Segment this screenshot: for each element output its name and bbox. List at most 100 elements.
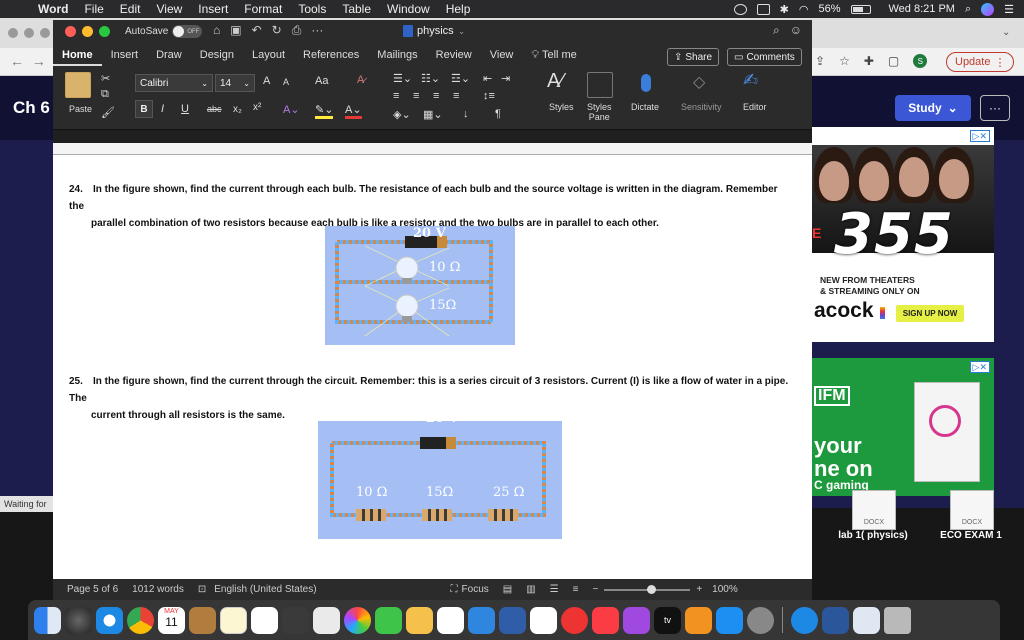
styles-label[interactable]: Styles [549, 102, 574, 112]
autosave-toggle[interactable]: AutoSave OFF [125, 25, 203, 38]
search-icon[interactable]: ⌕ [773, 23, 780, 38]
tab-insert[interactable]: Insert [102, 49, 148, 61]
editor-icon[interactable]: ✍︎ [743, 70, 758, 91]
profile-badge[interactable]: S [913, 54, 928, 68]
spotlight-search-icon[interactable]: ⌕ [965, 3, 971, 16]
desktop-file-label[interactable]: ECO EXAM 1 [916, 530, 1024, 541]
word-dock-icon[interactable] [822, 606, 849, 634]
finder-icon[interactable] [34, 606, 61, 634]
multilevel-list-icon[interactable]: ☲⌄ [451, 72, 470, 85]
menu-file[interactable]: File [76, 2, 111, 16]
sensitivity-icon[interactable]: ◇ [693, 72, 705, 92]
focus-label[interactable]: Focus [462, 584, 489, 595]
facetime-icon[interactable] [375, 606, 402, 634]
teamviewer-dock-icon[interactable] [791, 606, 818, 634]
airplay-icon[interactable] [756, 3, 770, 15]
menu-view[interactable]: View [148, 2, 190, 16]
comments-button[interactable]: ▭ Comments [727, 48, 802, 66]
sort-icon[interactable]: ↓ [463, 108, 469, 120]
increase-indent-icon[interactable]: ⇥ [501, 72, 510, 85]
ad2-choices-close-icon[interactable]: ▷✕ [969, 361, 990, 373]
draft-view-icon[interactable]: ≡ [573, 584, 579, 595]
tab-overflow-chevron-icon[interactable]: ⌄ [1002, 27, 1010, 38]
bluetooth-icon[interactable]: ✱ [780, 3, 789, 16]
more-options-button[interactable]: ··· [980, 95, 1010, 121]
bold-button[interactable]: B [135, 100, 153, 118]
minimize-window-icon[interactable] [82, 26, 93, 37]
clear-formatting-icon[interactable]: A̷ [357, 74, 364, 86]
chrome-icon[interactable] [127, 606, 154, 634]
pages-icon[interactable] [406, 606, 433, 634]
desktop-file-label[interactable]: lab 1( physics) [818, 530, 928, 541]
clock[interactable]: Wed 8:21 PM [889, 3, 955, 15]
save-icon[interactable]: ▣ [230, 23, 241, 38]
underline-button[interactable]: U [181, 103, 189, 115]
tab-mailings[interactable]: Mailings [368, 49, 426, 61]
question-24[interactable]: 24. In the figure shown, find the current… [69, 181, 789, 232]
menu-window[interactable]: Window [379, 2, 438, 16]
news-icon[interactable] [561, 606, 588, 634]
word-count[interactable]: 1012 words [132, 584, 184, 595]
proofing-icon[interactable]: ⊡ [198, 584, 206, 595]
focus-mode-icon[interactable]: ⛶ [451, 584, 458, 595]
change-case-icon[interactable]: Aa [315, 75, 328, 87]
copy-icon[interactable]: ⧉ [101, 88, 109, 101]
browser-zoom-icon[interactable] [40, 28, 50, 38]
paste-label[interactable]: Paste [69, 104, 92, 114]
numbering-icon[interactable]: ☷⌄ [421, 72, 440, 85]
line-spacing-icon[interactable]: ↕≡ [483, 90, 495, 102]
books-icon[interactable] [685, 606, 712, 634]
paste-icon[interactable] [65, 72, 91, 98]
keynote-icon[interactable] [499, 606, 526, 634]
podcasts-icon[interactable] [623, 606, 650, 634]
reminders-icon[interactable] [251, 606, 278, 634]
siri-icon[interactable] [981, 2, 995, 16]
print-icon[interactable]: ⎙ [292, 23, 302, 38]
system-preferences-icon[interactable] [747, 606, 774, 634]
calendar-icon[interactable]: MAY 11 [158, 606, 185, 634]
subscript-button[interactable]: x₂ [233, 104, 242, 115]
browser-minimize-icon[interactable] [24, 28, 34, 38]
study-dropdown-button[interactable]: Study ⌄ [895, 95, 971, 121]
desktop-docx-icon[interactable]: DOCX [852, 490, 896, 530]
menu-tools[interactable]: Tools [290, 2, 334, 16]
movie-advertisement[interactable]: ▷✕ E 355 NEW FROM THEATERS & STREAMING O… [812, 127, 994, 342]
safari-icon[interactable] [96, 606, 123, 634]
desktop-docx-icon[interactable]: DOCX [950, 490, 994, 530]
undo-icon[interactable]: ↶ [252, 23, 262, 38]
font-name-select[interactable]: Calibri ⌄ [135, 74, 213, 92]
share-page-icon[interactable]: ⇪ [815, 54, 825, 68]
redo-icon[interactable]: ↻ [272, 23, 282, 38]
outline-view-icon[interactable]: ☰ [550, 584, 559, 595]
tab-design[interactable]: Design [191, 49, 243, 61]
superscript-button[interactable]: x² [253, 102, 261, 113]
zoom-level[interactable]: 100% [712, 584, 738, 595]
more-commands-icon[interactable]: ··· [311, 23, 323, 38]
control-center-icon[interactable]: ☰ [1004, 3, 1014, 16]
decrease-indent-icon[interactable]: ⇤ [483, 72, 492, 85]
editor-label[interactable]: Editor [743, 102, 767, 112]
align-left-icon[interactable]: ≡ [393, 90, 399, 102]
font-color-icon[interactable]: A⌄ [345, 103, 362, 119]
bookmark-star-icon[interactable]: ☆ [839, 54, 850, 68]
downloads-folder-icon[interactable] [853, 606, 880, 634]
grow-font-icon[interactable]: A [263, 75, 270, 87]
close-window-icon[interactable] [65, 26, 76, 37]
show-formatting-icon[interactable]: ¶ [495, 108, 501, 120]
highlight-color-icon[interactable]: ✎⌄ [315, 103, 334, 119]
ad-sign-up-button[interactable]: SIGN UP NOW [896, 305, 964, 322]
apple-tv-icon[interactable]: tv [654, 606, 681, 634]
document-canvas[interactable]: 24. In the figure shown, find the current… [53, 131, 812, 583]
dictate-label[interactable]: Dictate [631, 102, 659, 112]
account-icon[interactable]: ☺ [790, 23, 802, 38]
menu-help[interactable]: Help [438, 2, 479, 16]
menu-insert[interactable]: Insert [190, 2, 236, 16]
tell-me-box[interactable]: 💡︎ Tell me [522, 49, 585, 62]
extensions-puzzle-icon[interactable]: ✚ [864, 54, 874, 68]
styles-pane-icon[interactable] [587, 72, 613, 98]
menu-word[interactable]: Word [30, 2, 76, 16]
launchpad-icon[interactable] [65, 606, 92, 634]
browser-update-button[interactable]: Update ⋮ [946, 52, 1015, 72]
numbers-icon[interactable] [437, 606, 464, 634]
borders-icon[interactable]: ▦⌄ [423, 108, 443, 121]
